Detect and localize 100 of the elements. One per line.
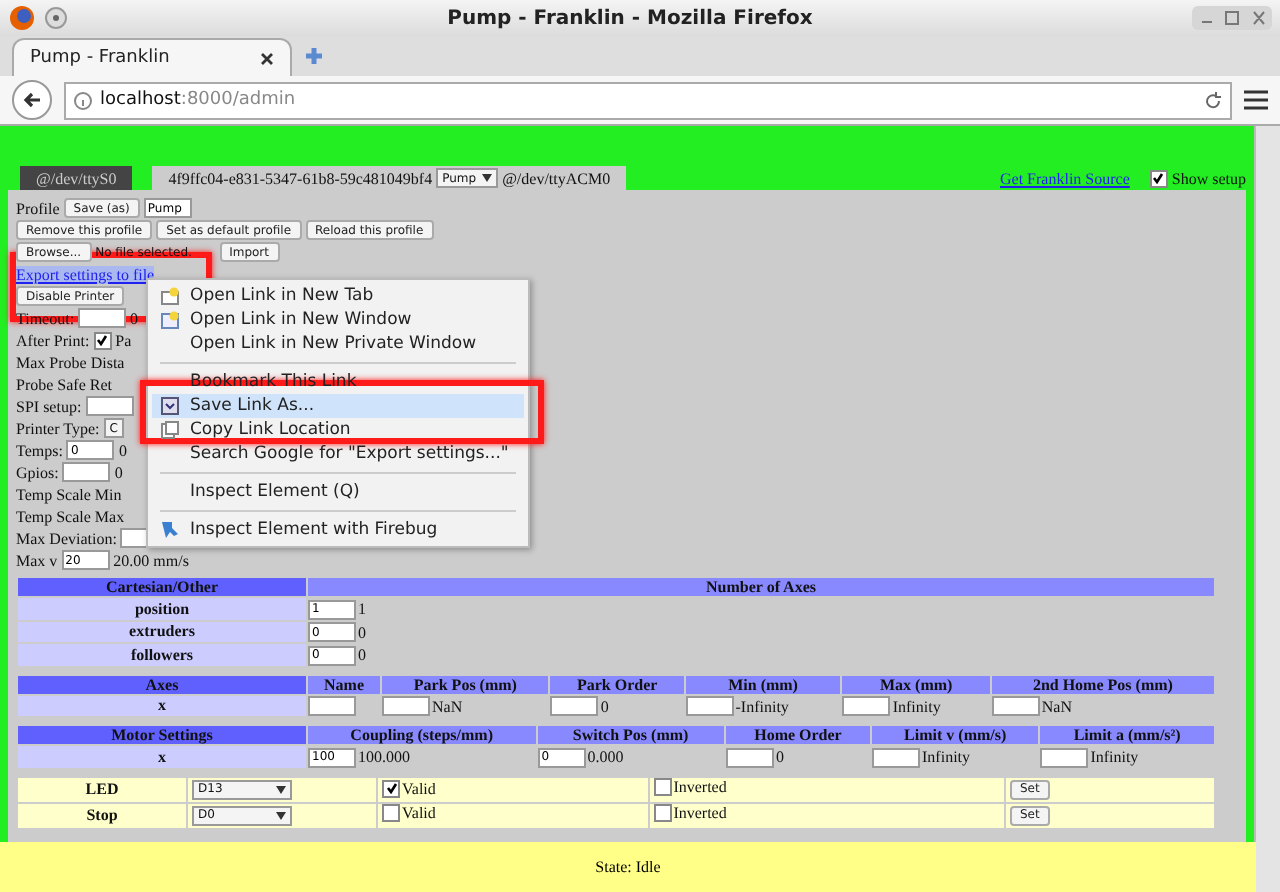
setting-label: Temp Scale Min bbox=[16, 485, 122, 503]
cell-value: 1 bbox=[358, 600, 366, 618]
menu-item[interactable]: Open Link in New Window bbox=[152, 308, 524, 332]
input-field[interactable] bbox=[725, 747, 774, 767]
cell-value: 0 bbox=[775, 748, 784, 766]
browser-logo-icon bbox=[8, 4, 36, 32]
reload-icon[interactable] bbox=[1204, 91, 1222, 109]
info-icon bbox=[74, 91, 92, 109]
input-field[interactable] bbox=[382, 696, 431, 716]
cell-value: 0 bbox=[600, 697, 609, 715]
header-cell: 2nd Home Pos (mm) bbox=[991, 675, 1214, 693]
gpio-label: LED bbox=[18, 777, 186, 801]
input-field[interactable] bbox=[308, 696, 356, 716]
menu-item[interactable]: Open Link in New Tab bbox=[152, 284, 524, 308]
checkbox[interactable] bbox=[653, 804, 672, 822]
setting-label: Probe Safe Ret bbox=[16, 375, 112, 393]
header-cell: Max (mm) bbox=[842, 675, 990, 693]
window-menu-icon[interactable] bbox=[44, 6, 68, 30]
device-id: 4f9ffc04-e831-5347-61b8-59c481049bf4 bbox=[168, 169, 433, 187]
input-field[interactable] bbox=[85, 396, 134, 416]
window-title: Pump - Franklin - Mozilla Firefox bbox=[445, 7, 815, 29]
menu-item[interactable]: Inspect Element (Q) bbox=[152, 480, 524, 504]
header-cell: Home Order bbox=[725, 726, 871, 744]
pointer-icon bbox=[160, 520, 180, 540]
checkbox-label: Show setup bbox=[1171, 169, 1246, 187]
input-field[interactable] bbox=[550, 696, 599, 716]
cell-value: Infinity bbox=[1090, 748, 1139, 766]
header-cell: Park Pos (mm) bbox=[382, 675, 549, 693]
header-cell: Coupling (steps/mm) bbox=[308, 726, 536, 744]
row-label: x bbox=[18, 746, 306, 767]
setting-value: 0 bbox=[114, 463, 123, 481]
input-field[interactable] bbox=[1040, 747, 1089, 767]
input-field[interactable] bbox=[842, 696, 891, 716]
checkbox-label: Inverted bbox=[673, 804, 727, 822]
checkbox[interactable] bbox=[382, 804, 400, 822]
checkbox[interactable] bbox=[653, 778, 672, 796]
cell-value: Infinity bbox=[892, 697, 941, 715]
header-cell: Switch Pos (mm) bbox=[537, 726, 724, 744]
back-arrow-icon bbox=[22, 90, 42, 110]
header-cell: Park Order bbox=[550, 675, 684, 693]
menu-item[interactable]: Copy Link Location bbox=[152, 418, 524, 442]
cell-value: 0 bbox=[358, 623, 366, 641]
caret-icon bbox=[276, 811, 286, 819]
setting-label: After Print: bbox=[16, 331, 90, 349]
cell-value: NaN bbox=[1041, 697, 1072, 715]
header-cell: Limit a (mm/s²) bbox=[1040, 726, 1214, 744]
window-icon bbox=[160, 310, 180, 330]
new-tab-icon[interactable] bbox=[304, 46, 324, 66]
url-path: :8000/admin bbox=[180, 90, 298, 110]
cell-value: -Infinity bbox=[735, 697, 789, 715]
row-label: followers bbox=[18, 644, 306, 665]
input-field[interactable] bbox=[991, 696, 1040, 716]
checkbox[interactable] bbox=[93, 331, 112, 349]
cell-value: 0 bbox=[358, 646, 366, 664]
gpio-label: Stop bbox=[18, 803, 186, 827]
device-tab[interactable]: @/dev/ttyS0 bbox=[20, 166, 133, 190]
header-cell: Motor Settings bbox=[18, 726, 306, 744]
setting-value: 20.00 mm/s bbox=[113, 551, 189, 569]
menu-item[interactable]: Search Google for "Export settings..." bbox=[152, 442, 524, 466]
cell-value: Infinity bbox=[922, 748, 971, 766]
setting-label: SPI setup: bbox=[16, 397, 82, 415]
input-field[interactable] bbox=[872, 747, 921, 767]
menu-item[interactable]: Open Link in New Private Window bbox=[152, 332, 524, 356]
setting-label: Temps: bbox=[16, 441, 63, 459]
input-field[interactable] bbox=[78, 308, 127, 328]
row-label: position bbox=[18, 598, 306, 619]
menu-icon[interactable] bbox=[1244, 90, 1268, 110]
header-cell: Number of Axes bbox=[308, 578, 1214, 596]
header-cell: Min (mm) bbox=[685, 675, 841, 693]
input-field[interactable] bbox=[685, 696, 734, 716]
header-cell: Name bbox=[308, 675, 381, 693]
cell-value: 0.000 bbox=[587, 748, 624, 766]
checkbox[interactable] bbox=[1149, 169, 1168, 187]
close-icon[interactable] bbox=[260, 51, 274, 65]
header-cell: Cartesian/Other bbox=[18, 578, 306, 596]
address-field[interactable]: localhost:8000/admin bbox=[64, 81, 1232, 119]
row-label: extruders bbox=[18, 621, 306, 642]
profile-label: Profile bbox=[16, 199, 60, 217]
browser-tab[interactable]: Pump - Franklin bbox=[12, 38, 292, 76]
back-button[interactable] bbox=[12, 80, 52, 120]
checkbox[interactable] bbox=[382, 779, 400, 798]
caret-icon bbox=[276, 785, 286, 793]
menu-item[interactable]: Save Link As... bbox=[152, 394, 524, 418]
input-field[interactable] bbox=[62, 462, 111, 482]
setting-label: Max Deviation: bbox=[16, 529, 117, 547]
save-icon bbox=[160, 396, 180, 416]
header-cell: Limit v (mm/s) bbox=[872, 726, 1039, 744]
device-id: @/dev/ttyS0 bbox=[36, 169, 117, 187]
checkbox-label: Valid bbox=[402, 779, 436, 798]
setting-value: 0 bbox=[118, 441, 127, 459]
menu-item[interactable]: Inspect Element with Firebug bbox=[152, 518, 524, 542]
window-controls-icon[interactable] bbox=[1192, 6, 1272, 30]
tab-icon bbox=[160, 286, 180, 306]
cell-value: 100.000 bbox=[358, 748, 410, 766]
setting-label: Temp Scale Max bbox=[16, 507, 125, 525]
source-link[interactable]: Get Franklin Source bbox=[1000, 169, 1130, 187]
setting-value: Pa bbox=[115, 331, 132, 349]
scrollbar[interactable] bbox=[1254, 126, 1280, 892]
setting-label: Printer Type: bbox=[16, 419, 100, 437]
row-label: x bbox=[18, 695, 306, 716]
